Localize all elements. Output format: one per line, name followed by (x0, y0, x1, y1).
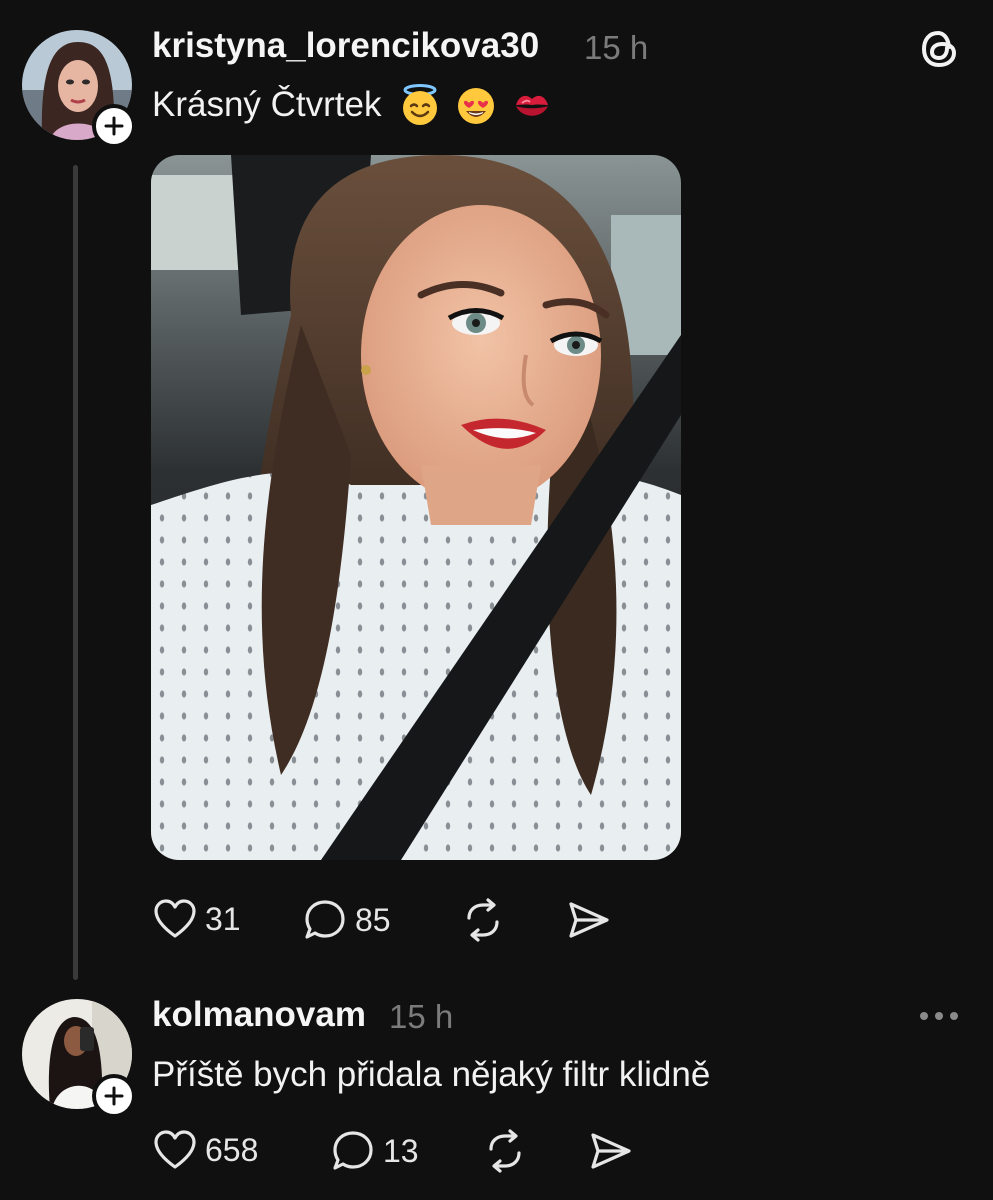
reply-reply-button[interactable]: 13 (331, 1129, 419, 1173)
reply-text: Příště bych přidala nějaký filtr klidně (152, 1055, 711, 1094)
reply-reply-count: 13 (383, 1132, 419, 1169)
speech-bubble-icon (305, 900, 345, 939)
send-icon (591, 1133, 631, 1169)
reply-share-button[interactable] (589, 1131, 633, 1171)
reply-like-count: 658 (205, 1131, 259, 1168)
like-button[interactable]: 31 (153, 898, 241, 940)
heart-icon (154, 1130, 196, 1169)
follow-reply-author-button[interactable] (92, 1074, 136, 1118)
repost-icon (489, 1129, 521, 1173)
post-text-body: Krásný Čtvrtek (152, 85, 382, 124)
more-horizontal-icon-dot (950, 1012, 958, 1020)
more-horizontal-icon-dot (920, 1012, 928, 1020)
share-button[interactable] (567, 900, 611, 940)
reply-like-button[interactable]: 658 (153, 1129, 258, 1171)
repost-icon (467, 898, 499, 942)
thread-connector-line (73, 165, 78, 980)
smiling-face-with-heart-eyes-icon (457, 88, 494, 124)
selfie-photo-image (151, 155, 681, 860)
threads-logo-icon[interactable] (916, 26, 962, 72)
reply-repost-button[interactable] (483, 1129, 527, 1173)
heart-icon (154, 899, 196, 938)
reply-username[interactable]: kolmanovam (152, 995, 366, 1035)
post-text: Krásný Čtvrtek (152, 83, 554, 127)
post-photo[interactable] (151, 155, 681, 860)
post-timestamp: 15 h (584, 29, 649, 66)
plus-icon (104, 116, 124, 136)
reply-count: 85 (355, 901, 391, 938)
kiss-mark-icon (515, 95, 548, 116)
repost-button[interactable] (461, 898, 505, 942)
author-username[interactable]: kristyna_lorencikova30 (152, 26, 539, 66)
more-options-button[interactable] (918, 1006, 960, 1026)
reply-timestamp: 15 h (389, 998, 454, 1035)
follow-author-button[interactable] (92, 104, 136, 148)
send-icon (569, 902, 609, 938)
smiling-face-with-halo-icon (402, 84, 437, 125)
plus-icon (104, 1086, 124, 1106)
speech-bubble-icon (333, 1131, 373, 1170)
like-count: 31 (205, 900, 241, 937)
reply-button[interactable]: 85 (303, 898, 391, 942)
more-horizontal-icon-dot (935, 1012, 943, 1020)
